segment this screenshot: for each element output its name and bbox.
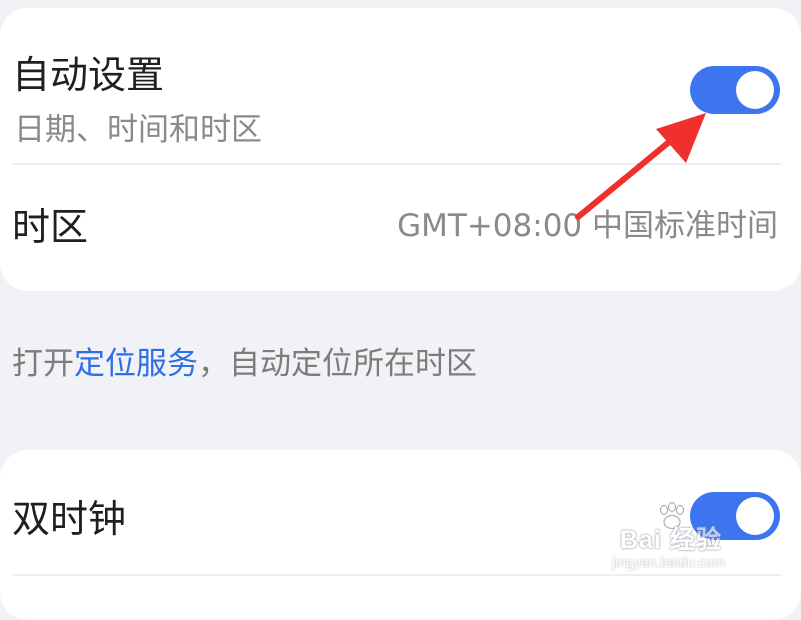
location-hint: 打开定位服务，自动定位所在时区	[12, 349, 477, 380]
baidu-watermark: Bai 经验 jingyan.baidu.com	[612, 502, 782, 572]
auto-settings-title: 自动设置	[12, 53, 165, 97]
timezone-label: 时区	[12, 205, 89, 249]
dual-clock-title: 双时钟	[12, 497, 127, 541]
hint-prefix: 打开	[12, 346, 74, 382]
watermark-url: jingyan.baidu.com	[612, 554, 725, 570]
auto-settings-subtitle: 日期、时间和时区	[14, 112, 262, 148]
watermark-brand: Bai 经验	[620, 526, 722, 554]
annotation-arrow-icon	[575, 113, 706, 220]
location-services-link[interactable]: 定位服务	[74, 346, 198, 382]
hint-suffix: ，自动定位所在时区	[198, 346, 477, 382]
toggle-knob	[736, 71, 774, 109]
divider	[12, 574, 781, 576]
